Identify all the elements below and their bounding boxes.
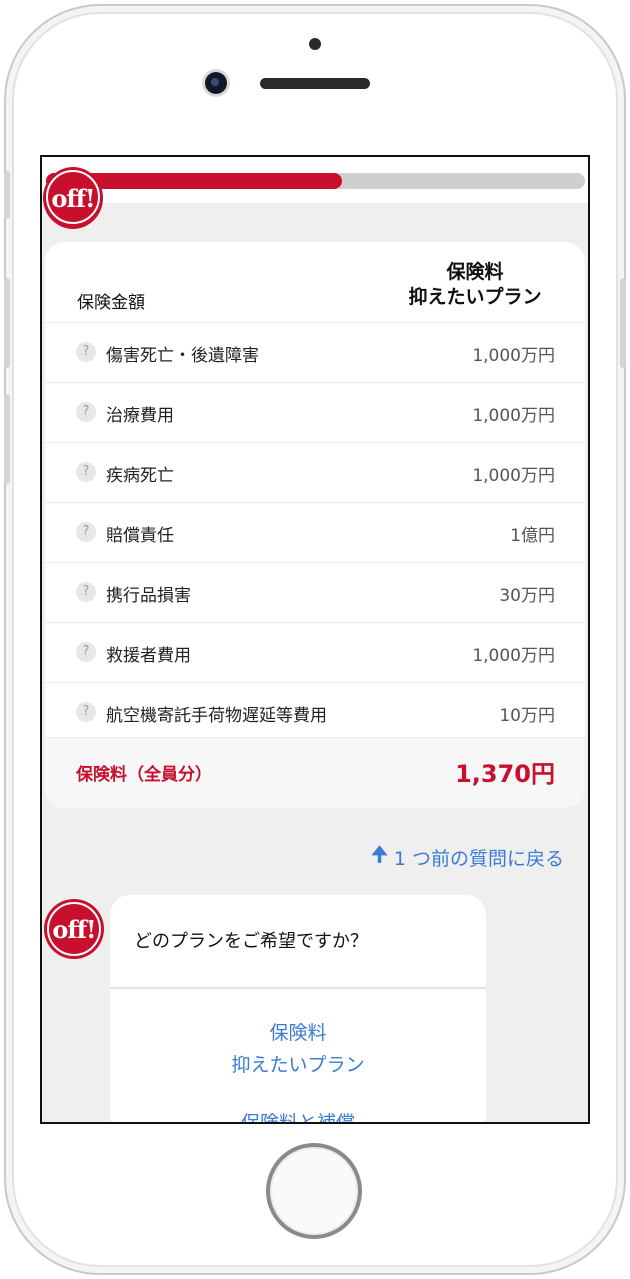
coverage-value: 1,000万円 (472, 646, 555, 666)
coverage-name: 携行品損害 (106, 586, 191, 606)
help-icon[interactable]: ? (76, 402, 96, 422)
coverage-value: 1,000万円 (472, 466, 555, 486)
plan-title-line1: 保険料 (446, 261, 504, 283)
coverage-value: 1,000万円 (472, 406, 555, 426)
help-icon[interactable]: ? (76, 462, 96, 482)
table-row: ? 治療費用 1,000万円 (45, 382, 585, 442)
chat-question-text: どのプランをご希望ですか？ (134, 931, 368, 952)
bot-avatar-logo: off! (44, 899, 104, 959)
coverage-name: 疾病死亡 (106, 466, 174, 486)
table-header: 保険金額 保険料 抑えたいプラン (45, 242, 585, 322)
volume-up-button (4, 278, 10, 368)
plan-column-title: 保険料 抑えたいプラン (385, 260, 565, 310)
back-link-label: 1 つ前の質問に戻る (393, 847, 564, 870)
coverage-value: 1,000万円 (472, 346, 555, 366)
back-to-previous-question-link[interactable]: 🠉 1 つ前の質問に戻る (371, 840, 564, 874)
option-label: 保険料と補償 (240, 1112, 355, 1124)
chat-question-bubble: どのプランをご希望ですか？ 保険料 抑えたいプラン 保険料と補償 (110, 895, 486, 1124)
help-icon[interactable]: ? (76, 522, 96, 542)
coverage-value: 10万円 (499, 706, 555, 726)
premium-total-value: 1,370円 (455, 760, 555, 788)
earpiece-speaker (260, 78, 370, 89)
coverage-name: 航空機寄託手荷物遅延等費用 (106, 706, 327, 726)
coverage-value: 30万円 (499, 586, 555, 606)
plan-option-balanced-button[interactable]: 保険料と補償 (110, 1107, 486, 1124)
brand-logo-text: off! (51, 183, 95, 213)
volume-down-button (4, 394, 10, 484)
table-row: ? 疾病死亡 1,000万円 (45, 442, 585, 502)
coverage-column-label: 保険金額 (77, 293, 145, 313)
mute-switch (4, 171, 10, 219)
table-row: ? 救援者費用 1,000万円 (45, 622, 585, 682)
home-button[interactable] (266, 1143, 362, 1239)
coverage-name: 治療費用 (106, 406, 174, 426)
front-camera (205, 72, 227, 94)
power-button (620, 278, 626, 368)
help-icon[interactable]: ? (76, 642, 96, 662)
plan-title-line2: 抑えたいプラン (408, 286, 542, 308)
table-row: ? 携行品損害 30万円 (45, 562, 585, 622)
option-label-line2: 抑えたいプラン (231, 1054, 365, 1076)
plan-summary-card: 保険金額 保険料 抑えたいプラン ? 傷害死亡・後遺障害 1,000万円 ? 治… (45, 242, 585, 808)
table-row: ? 航空機寄託手荷物遅延等費用 10万円 (45, 682, 585, 742)
proximity-sensor (309, 38, 321, 50)
help-icon[interactable]: ? (76, 702, 96, 722)
table-row: ? 賠償責任 1億円 (45, 502, 585, 562)
app-screen: off! 保険金額 保険料 抑えたいプラン ? 傷害死亡・後遺障害 1,000万… (40, 155, 590, 1124)
plan-option-low-premium-button[interactable]: 保険料 抑えたいプラン (110, 1017, 486, 1081)
help-icon[interactable]: ? (76, 342, 96, 362)
bot-avatar-text: off! (52, 914, 96, 944)
coverage-name: 傷害死亡・後遺障害 (106, 346, 259, 366)
progress-area (42, 157, 588, 203)
help-icon[interactable]: ? (76, 582, 96, 602)
up-arrow-icon: 🠉 (371, 842, 388, 866)
premium-total-row: 保険料（全員分） 1,370円 (45, 737, 585, 808)
option-label-line1: 保険料 (269, 1022, 327, 1044)
coverage-name: 賠償責任 (106, 526, 174, 546)
coverage-value: 1億円 (510, 526, 555, 546)
progress-bar (46, 173, 585, 189)
premium-total-label: 保険料（全員分） (76, 765, 212, 785)
coverage-name: 救援者費用 (106, 646, 191, 666)
table-row: ? 傷害死亡・後遺障害 1,000万円 (45, 322, 585, 382)
brand-logo: off! (43, 167, 103, 229)
divider (110, 987, 486, 989)
